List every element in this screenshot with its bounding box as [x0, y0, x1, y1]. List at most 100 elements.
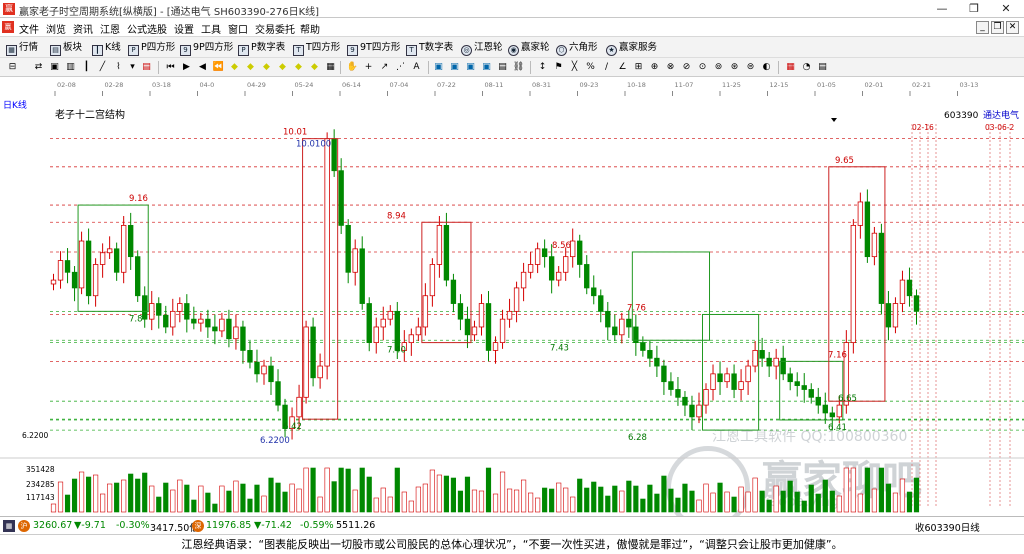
menu-tools[interactable]: 工具: [201, 21, 221, 36]
candle-body: [359, 248, 365, 304]
line-tool-icon[interactable]: ╱: [96, 61, 109, 74]
list-icon[interactable]: ▣: [464, 61, 477, 74]
restore-button[interactable]: ❐: [958, 0, 990, 18]
kline-chart[interactable]: 日K线老子十二宫结构 603390 通达电气02-16 03-06-210.0110.…: [0, 96, 1024, 516]
close-button[interactable]: ✕: [990, 0, 1022, 18]
toolbar-t-table[interactable]: T T数字表: [406, 40, 453, 56]
diamond6-icon[interactable]: ◆: [308, 61, 321, 74]
volume-tool-icon[interactable]: ▤: [140, 61, 153, 74]
grid-draw-icon[interactable]: ▦: [324, 61, 337, 74]
toolbar-p-square[interactable]: P P四方形: [128, 40, 175, 56]
tool-d-icon[interactable]: ∠: [616, 61, 629, 74]
tool-b-icon[interactable]: %: [584, 61, 597, 74]
toolbar-gann-wheel[interactable]: ◎ 江恩轮: [461, 40, 503, 56]
crosshair-icon[interactable]: +: [362, 61, 375, 74]
diamond4-icon[interactable]: ◆: [276, 61, 289, 74]
table-icon[interactable]: ▤: [816, 61, 829, 74]
volume-bar: [878, 467, 884, 513]
volume-bar: [556, 482, 562, 513]
menu-formula[interactable]: 公式选股: [127, 21, 167, 36]
tool-l-icon[interactable]: ⊜: [744, 61, 757, 74]
flag-icon[interactable]: ⚑: [552, 61, 565, 74]
fan-icon[interactable]: ⋰: [394, 61, 407, 74]
candle-body: [710, 373, 716, 390]
back-icon[interactable]: ◀: [196, 61, 209, 74]
tool-c-icon[interactable]: ∕: [600, 61, 613, 74]
tool-f-icon[interactable]: ⊕: [648, 61, 661, 74]
wheel-icon: ◎: [461, 45, 472, 56]
toolbar-9p-square[interactable]: 9 9P四方形: [180, 40, 233, 56]
candle-body: [429, 264, 436, 297]
menu-window[interactable]: 窗口: [228, 21, 248, 36]
menu-settings[interactable]: 设置: [174, 21, 194, 36]
trend-icon[interactable]: ↗: [378, 61, 391, 74]
toolbar-t-square[interactable]: T T四方形: [293, 40, 340, 56]
menu-browse[interactable]: 浏览: [46, 21, 66, 36]
swap-tool-icon[interactable]: ⇄: [32, 61, 45, 74]
text-icon[interactable]: A: [410, 61, 423, 74]
calc-icon[interactable]: ▣: [432, 61, 445, 74]
volume-bar: [485, 467, 492, 513]
cursor-tool-icon[interactable]: ⊟: [6, 61, 19, 74]
link-icon[interactable]: ⛓: [512, 61, 525, 74]
tool-k-icon[interactable]: ⊛: [728, 61, 741, 74]
mdi-minimize-button[interactable]: _: [976, 21, 989, 34]
chart-grid-icon[interactable]: ▦: [784, 61, 797, 74]
tool-e-icon[interactable]: ⊞: [632, 61, 645, 74]
pie-icon[interactable]: ◔: [800, 61, 813, 74]
diamond5-icon[interactable]: ◆: [292, 61, 305, 74]
toolbar-winner-wheel[interactable]: ◉ 赢家轮: [508, 40, 550, 56]
candle-tool-icon[interactable]: ┃: [80, 61, 93, 74]
candle-body: [640, 342, 646, 351]
export-icon[interactable]: ▤: [496, 61, 509, 74]
diamond3-icon[interactable]: ◆: [260, 61, 273, 74]
tool-j-icon[interactable]: ⊚: [712, 61, 725, 74]
save-icon[interactable]: ▣: [448, 61, 461, 74]
tool-g-icon[interactable]: ⊗: [664, 61, 677, 74]
toolbar-9t-square[interactable]: 9 9T四方形: [347, 40, 400, 56]
layout-tool-icon[interactable]: ▣: [48, 61, 61, 74]
toolbar-quotes[interactable]: ▦ 行情: [6, 40, 38, 56]
minimize-button[interactable]: —: [926, 0, 958, 18]
chart-area[interactable]: 江恩工具软件 QQ:100800360 赢家聊吧 jiaoba.ying 日K线…: [0, 96, 1024, 530]
tool-a-icon[interactable]: ╳: [568, 61, 581, 74]
diamond2-icon[interactable]: ◆: [244, 61, 257, 74]
candle-body: [457, 303, 464, 320]
toolbar-p-table[interactable]: P P数字表: [238, 40, 285, 56]
volume-bar: [598, 486, 604, 513]
candle-body: [654, 357, 660, 367]
sz-index-value: 11976.85: [206, 520, 252, 531]
toolbar-hexagon[interactable]: ⬡ 六角形: [556, 40, 598, 56]
grid-status-icon[interactable]: ▦: [3, 520, 15, 532]
hexagon-icon: ⬡: [556, 45, 567, 56]
menu-info[interactable]: 资讯: [73, 21, 93, 36]
sort-icon[interactable]: ↕: [536, 61, 549, 74]
toolbar-sectors[interactable]: ▤ 板块: [50, 40, 82, 56]
tool-i-icon[interactable]: ⊙: [696, 61, 709, 74]
prev-icon[interactable]: ⏪: [212, 61, 225, 74]
tool-h-icon[interactable]: ⊘: [680, 61, 693, 74]
candle-body: [408, 334, 415, 344]
menu-gann[interactable]: 江恩: [100, 21, 120, 36]
toolbar-service[interactable]: ★ 赢家服务: [606, 40, 657, 56]
mdi-close-button[interactable]: ✕: [1006, 21, 1019, 34]
tool-m-icon[interactable]: ◐: [760, 61, 773, 74]
toolbar-kline[interactable]: ┃ K线: [92, 40, 121, 56]
mdi-restore-button[interactable]: ❐: [991, 21, 1004, 34]
line-chart-icon[interactable]: ⌇: [112, 61, 125, 74]
candle-body: [163, 314, 169, 328]
doc-icon[interactable]: 赢: [2, 21, 14, 33]
hand-icon[interactable]: ✋: [346, 61, 359, 74]
first-icon[interactable]: ⏮: [164, 61, 177, 74]
diamond1-icon[interactable]: ◆: [228, 61, 241, 74]
sh-index-change: ▼-9.71: [74, 520, 106, 531]
menu-trade[interactable]: 交易委托: [255, 21, 295, 36]
dropdown-icon[interactable]: ▾: [126, 61, 139, 74]
candle-body: [808, 389, 814, 398]
bar-tool-icon[interactable]: ▥: [64, 61, 77, 74]
menu-help[interactable]: 帮助: [300, 21, 320, 36]
print-icon[interactable]: ▣: [480, 61, 493, 74]
volume-bar: [289, 483, 295, 513]
menu-file[interactable]: 文件: [19, 21, 39, 36]
play-icon[interactable]: ▶: [180, 61, 193, 74]
